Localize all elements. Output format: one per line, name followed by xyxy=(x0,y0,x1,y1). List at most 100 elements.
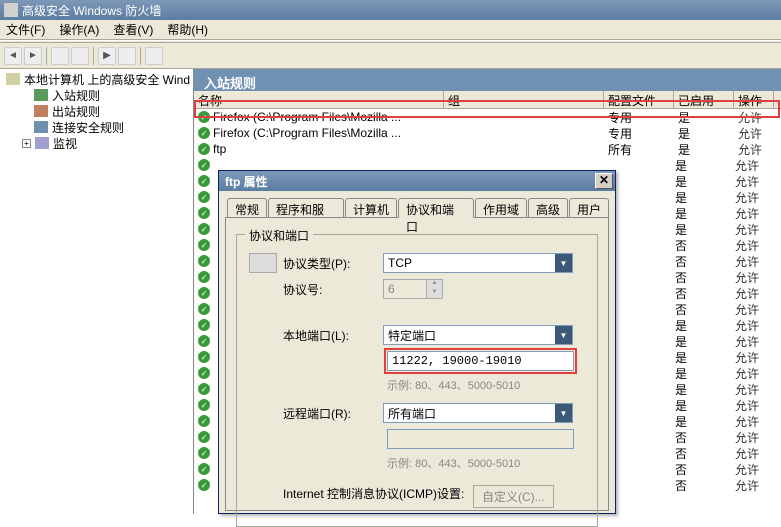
row-action: 允许 xyxy=(734,141,774,158)
row-enabled: 是 xyxy=(671,397,731,414)
tree-outbound[interactable]: 出站规则 xyxy=(2,103,191,119)
toolbar-icon-5[interactable] xyxy=(145,47,163,65)
table-row[interactable]: ✓ xyxy=(194,477,218,493)
toolbar-icon-2[interactable] xyxy=(71,47,89,65)
toolbar-icon-4[interactable] xyxy=(118,47,136,65)
col-action[interactable]: 操作 xyxy=(734,91,774,108)
menu-action[interactable]: 操作(A) xyxy=(59,21,99,38)
table-row[interactable]: ✓ xyxy=(194,429,218,445)
menu-bar: 文件(F) 操作(A) 查看(V) 帮助(H) xyxy=(0,20,781,40)
table-row[interactable]: ✓ xyxy=(194,253,218,269)
table-row[interactable]: ✓ xyxy=(194,445,218,461)
table-row[interactable]: ✓ xyxy=(194,301,218,317)
table-row[interactable]: 是允许 xyxy=(601,173,781,189)
check-icon: ✓ xyxy=(198,239,210,251)
table-row[interactable]: 是允许 xyxy=(601,157,781,173)
table-row[interactable]: ✓ xyxy=(194,205,218,221)
menu-help[interactable]: 帮助(H) xyxy=(167,21,208,38)
table-row[interactable]: 否允许 xyxy=(601,269,781,285)
tab-scope[interactable]: 作用域 xyxy=(475,198,527,218)
table-row[interactable]: ✓ xyxy=(194,349,218,365)
dropdown-button-icon: ▼ xyxy=(555,254,572,272)
table-row[interactable]: 否允许 xyxy=(601,477,781,493)
row-profile: 专用 xyxy=(604,125,674,142)
table-row[interactable]: 否允许 xyxy=(601,285,781,301)
table-row[interactable]: ✓ xyxy=(194,461,218,477)
table-row[interactable]: 是允许 xyxy=(601,333,781,349)
spinner-down-icon[interactable]: ▼ xyxy=(427,289,442,298)
dropdown-button-icon: ▼ xyxy=(555,404,572,422)
table-row[interactable]: 是允许 xyxy=(601,413,781,429)
table-row[interactable]: 是允许 xyxy=(601,205,781,221)
table-row[interactable]: 是允许 xyxy=(601,349,781,365)
menu-view[interactable]: 查看(V) xyxy=(113,21,153,38)
table-row[interactable]: ✓ xyxy=(194,413,218,429)
col-enabled[interactable]: 已启用 xyxy=(674,91,734,108)
table-row[interactable]: 否允许 xyxy=(601,445,781,461)
table-row[interactable]: ✓ xyxy=(194,237,218,253)
back-button[interactable]: ◄ xyxy=(4,47,22,65)
expand-icon[interactable]: + xyxy=(22,139,31,148)
connsec-icon xyxy=(34,121,48,133)
tree-connsec[interactable]: 连接安全规则 xyxy=(2,119,191,135)
table-row[interactable]: 是允许 xyxy=(601,397,781,413)
check-icon: ✓ xyxy=(198,223,210,235)
check-icon: ✓ xyxy=(198,143,210,155)
col-group[interactable]: 组 xyxy=(444,91,604,108)
row-action: 允许 xyxy=(731,285,771,302)
table-row[interactable]: 是允许 xyxy=(601,381,781,397)
remote-port-type-dropdown[interactable]: 所有端口 ▼ xyxy=(383,403,573,423)
menu-file[interactable]: 文件(F) xyxy=(6,21,45,38)
table-row[interactable]: 是允许 xyxy=(601,189,781,205)
col-name[interactable]: 名称 xyxy=(194,91,444,108)
protocol-type-dropdown[interactable]: TCP ▼ xyxy=(383,253,573,273)
tab-computers[interactable]: 计算机 xyxy=(345,198,397,218)
table-row[interactable]: 否允许 xyxy=(601,237,781,253)
spinner-up-icon[interactable]: ▲ xyxy=(427,280,442,289)
local-port-input[interactable] xyxy=(387,351,574,371)
protocol-number-row: 协议号: 6 ▲▼ xyxy=(249,279,585,299)
table-row[interactable]: 否允许 xyxy=(601,429,781,445)
col-profile[interactable]: 配置文件 xyxy=(604,91,674,108)
dialog-title-bar[interactable]: ftp 属性 ✕ xyxy=(219,171,615,191)
tab-users[interactable]: 用户 xyxy=(569,198,609,218)
row-action: 允许 xyxy=(731,381,771,398)
table-row[interactable]: ✓ xyxy=(194,381,218,397)
table-row[interactable]: 是允许 xyxy=(601,365,781,381)
check-icon: ✓ xyxy=(198,287,210,299)
table-row[interactable]: ✓Firefox (C:\Program Files\Mozilla ... 专… xyxy=(194,125,781,141)
tree-root[interactable]: 本地计算机 上的高级安全 Wind xyxy=(2,71,191,87)
table-row[interactable]: ✓ xyxy=(194,189,218,205)
table-row[interactable]: ✓ xyxy=(194,221,218,237)
tree-monitor[interactable]: + 监视 xyxy=(2,135,191,151)
toolbar-icon-3[interactable]: ▶ xyxy=(98,47,116,65)
table-row[interactable]: ✓ xyxy=(194,285,218,301)
toolbar: ◄ ► ▶ xyxy=(0,43,781,69)
table-row[interactable]: 否允许 xyxy=(601,301,781,317)
check-icon: ✓ xyxy=(198,303,210,315)
table-row[interactable]: 否允许 xyxy=(601,253,781,269)
tab-programs[interactable]: 程序和服务 xyxy=(268,198,344,218)
table-row-ftp[interactable]: ✓ftp 所有 是 允许 xyxy=(194,141,781,157)
table-row[interactable]: ✓ xyxy=(194,173,218,189)
table-row[interactable]: ✓ xyxy=(194,157,218,173)
table-row[interactable]: 否允许 xyxy=(601,461,781,477)
table-row[interactable]: ✓ xyxy=(194,269,218,285)
protocol-number-spinner[interactable]: 6 ▲▼ xyxy=(383,279,443,299)
forward-button[interactable]: ► xyxy=(24,47,42,65)
table-row[interactable]: ✓Firefox (C:\Program Files\Mozilla ... 专… xyxy=(194,109,781,125)
table-row[interactable]: ✓ xyxy=(194,317,218,333)
tab-general[interactable]: 常规 xyxy=(227,198,267,218)
table-row[interactable]: ✓ xyxy=(194,397,218,413)
toolbar-icon-1[interactable] xyxy=(51,47,69,65)
tab-advanced[interactable]: 高级 xyxy=(528,198,568,218)
local-port-type-dropdown[interactable]: 特定端口 ▼ xyxy=(383,325,573,345)
tab-protocols[interactable]: 协议和端口 xyxy=(398,198,474,218)
table-row[interactable]: ✓ xyxy=(194,333,218,349)
table-row[interactable]: ✓ xyxy=(194,365,218,381)
tree-inbound[interactable]: 入站规则 xyxy=(2,87,191,103)
table-row[interactable]: 是允许 xyxy=(601,317,781,333)
close-button[interactable]: ✕ xyxy=(595,173,613,189)
check-icon: ✓ xyxy=(198,319,210,331)
table-row[interactable]: 是允许 xyxy=(601,221,781,237)
